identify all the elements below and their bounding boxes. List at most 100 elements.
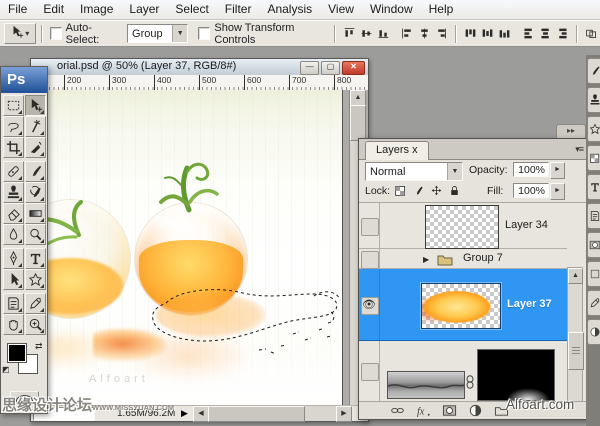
- healing-brush-tool[interactable]: [3, 161, 24, 182]
- layer37-thumbnail[interactable]: [421, 283, 501, 329]
- auto-select-dropdown[interactable]: Group ▼: [127, 24, 188, 43]
- document-titlebar[interactable]: orial.psd @ 50% (Layer 37, RGB/8#) — ▢ ✕: [31, 59, 368, 76]
- distribute-left-edges-button[interactable]: [521, 26, 536, 41]
- layer-style-fx-icon[interactable]: fx: [413, 403, 433, 418]
- lock-transparency-icon[interactable]: [393, 183, 408, 198]
- layer-row-layer34[interactable]: Layer 34: [359, 203, 567, 249]
- scroll-up-icon[interactable]: ▲: [568, 268, 583, 284]
- lasso-tool[interactable]: [3, 116, 24, 137]
- vertical-scroll-thumb[interactable]: [350, 105, 366, 141]
- panel-menu-icon[interactable]: ▾≡: [575, 144, 583, 155]
- align-bottom-edges-button[interactable]: [376, 26, 391, 41]
- align-top-edges-button[interactable]: [342, 26, 357, 41]
- clone-source-panel-icon[interactable]: [587, 87, 600, 113]
- visibility-column[interactable]: [359, 341, 380, 401]
- collapse-dock-button[interactable]: ▸▸: [556, 124, 586, 138]
- default-colors-icon[interactable]: ◩: [2, 365, 10, 374]
- crop-tool[interactable]: [3, 137, 24, 158]
- blur-tool[interactable]: [3, 224, 24, 245]
- opacity-value[interactable]: 100%: [513, 162, 549, 177]
- move-tool-preset-button[interactable]: ▾: [4, 23, 36, 44]
- menu-select[interactable]: Select: [167, 0, 216, 19]
- distribute-top-edges-button[interactable]: [463, 26, 478, 41]
- info-panel-icon[interactable]: [587, 290, 600, 316]
- canvas[interactable]: Alfoart: [31, 90, 343, 406]
- menu-layer[interactable]: Layer: [121, 0, 167, 19]
- eyedropper-tool[interactable]: [25, 293, 46, 314]
- paragraph-panel-icon[interactable]: [587, 203, 600, 229]
- menu-help[interactable]: Help: [421, 0, 462, 19]
- fill-value[interactable]: 100%: [513, 183, 549, 198]
- blend-mode-dropdown[interactable]: Normal ▼: [365, 162, 463, 181]
- actions-panel-icon[interactable]: [587, 319, 600, 345]
- foreground-color-swatch[interactable]: [7, 343, 27, 363]
- shape-tool[interactable]: [25, 269, 46, 290]
- align-vertical-centers-button[interactable]: [359, 26, 374, 41]
- distribute-bottom-edges-button[interactable]: [497, 26, 512, 41]
- distribute-vertical-centers-button[interactable]: [480, 26, 495, 41]
- opacity-slider-arrow-icon[interactable]: ►: [550, 162, 565, 179]
- lock-position-icon[interactable]: [429, 183, 444, 198]
- visibility-toggle[interactable]: [361, 363, 379, 381]
- distribute-horizontal-centers-button[interactable]: [538, 26, 553, 41]
- auto-align-layers-button[interactable]: [584, 26, 599, 41]
- layer37-name[interactable]: Layer 37: [507, 298, 552, 310]
- visibility-column[interactable]: 👁: [359, 269, 380, 340]
- clone-stamp-tool[interactable]: [3, 182, 24, 203]
- swatches-panel-icon[interactable]: [587, 145, 600, 171]
- character-panel-icon[interactable]: [587, 174, 600, 200]
- swap-colors-icon[interactable]: ⇄: [35, 341, 43, 352]
- eraser-tool[interactable]: [3, 203, 24, 224]
- lock-all-icon[interactable]: [447, 183, 462, 198]
- adjustment-layer-icon[interactable]: [465, 403, 485, 418]
- add-layer-mask-icon[interactable]: [439, 403, 459, 418]
- menu-view[interactable]: View: [320, 0, 362, 19]
- expand-triangle-icon[interactable]: ▶: [423, 255, 429, 264]
- align-left-edges-button[interactable]: [400, 26, 415, 41]
- horizontal-scroll-thumb[interactable]: [208, 406, 305, 422]
- distribute-right-edges-button[interactable]: [555, 26, 570, 41]
- move-tool[interactable]: [25, 95, 46, 116]
- hand-tool[interactable]: [3, 314, 24, 335]
- maximize-button[interactable]: ▢: [321, 61, 340, 75]
- type-tool[interactable]: [25, 248, 46, 269]
- histogram-panel-icon[interactable]: [587, 261, 600, 287]
- layer-row-masked[interactable]: [359, 341, 567, 401]
- align-horizontal-centers-button[interactable]: [417, 26, 432, 41]
- visibility-toggle[interactable]: [361, 251, 379, 269]
- brushes-panel-icon[interactable]: [587, 58, 600, 84]
- path-selection-tool[interactable]: [3, 269, 24, 290]
- notes-tool[interactable]: [3, 293, 24, 314]
- menu-filter[interactable]: Filter: [217, 0, 260, 19]
- styles-panel-icon[interactable]: [587, 116, 600, 142]
- menu-file[interactable]: File: [0, 0, 35, 19]
- scroll-left-icon[interactable]: ◀: [193, 406, 209, 422]
- pen-tool[interactable]: [3, 248, 24, 269]
- layer-thumbnail-grayscale[interactable]: [387, 371, 465, 399]
- auto-select-checkbox[interactable]: [50, 27, 62, 40]
- layer34-name[interactable]: Layer 34: [505, 219, 548, 231]
- magic-wand-tool[interactable]: [25, 116, 46, 137]
- menu-window[interactable]: Window: [362, 0, 421, 19]
- layer-mask-thumbnail[interactable]: [477, 349, 555, 401]
- layers-scrollbar[interactable]: ▲ ▼: [567, 267, 583, 401]
- tab-layers[interactable]: Layers x: [365, 141, 429, 160]
- lock-pixels-icon[interactable]: [411, 183, 426, 198]
- menu-image[interactable]: Image: [72, 0, 121, 19]
- minimize-button[interactable]: —: [300, 61, 319, 75]
- layers-scroll-thumb[interactable]: [568, 332, 584, 370]
- layer-row-layer37-selected[interactable]: 👁 Layer 37: [359, 269, 567, 341]
- horizontal-scrollbar[interactable]: ◀ ▶: [193, 406, 352, 421]
- layer34-thumbnail[interactable]: [425, 205, 499, 249]
- mask-link-icon[interactable]: [465, 375, 475, 392]
- menu-analysis[interactable]: Analysis: [259, 0, 320, 19]
- brush-tool[interactable]: [25, 161, 46, 182]
- visibility-column[interactable]: [359, 249, 380, 268]
- scroll-right-icon[interactable]: ▶: [336, 406, 352, 422]
- tab-close-icon[interactable]: x: [412, 144, 418, 156]
- menu-edit[interactable]: Edit: [35, 0, 72, 19]
- fill-slider-arrow-icon[interactable]: ►: [550, 183, 565, 200]
- layer-row-group7[interactable]: ▶ Group 7: [359, 249, 567, 269]
- group7-name[interactable]: Group 7: [463, 252, 503, 264]
- close-button[interactable]: ✕: [342, 61, 365, 75]
